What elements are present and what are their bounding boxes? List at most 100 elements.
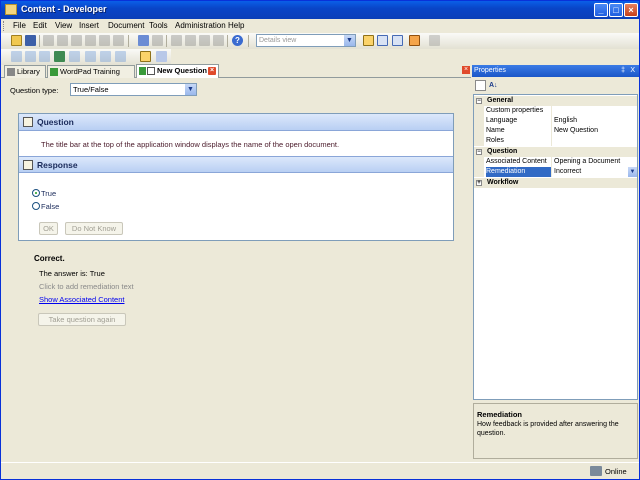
close-button[interactable]: ×	[624, 3, 638, 17]
show-associated-content-link[interactable]: Show Associated Content	[39, 295, 124, 304]
property-row[interactable]: Associated Content Opening a Document	[474, 157, 637, 167]
properties-toolbar: A↓	[472, 77, 639, 94]
response-icon	[23, 160, 33, 170]
undo-icon[interactable]	[138, 35, 149, 46]
copy-icon[interactable]	[57, 35, 68, 46]
cursor-icon[interactable]	[156, 51, 167, 62]
property-row[interactable]: Custom properties	[474, 106, 637, 116]
unlink-icon[interactable]	[25, 51, 36, 62]
question-type-label: Question type:	[10, 86, 59, 95]
window-title: Content - Developer	[21, 4, 107, 14]
edit-pencil-icon[interactable]	[140, 51, 151, 62]
link-icon[interactable]	[11, 51, 22, 62]
property-row[interactable]: Roles	[474, 136, 637, 146]
indent-icon[interactable]	[199, 35, 210, 46]
properties-icon[interactable]	[113, 35, 124, 46]
question-icon	[23, 117, 33, 127]
delete-icon[interactable]	[99, 35, 110, 46]
help-icon[interactable]: ?	[232, 35, 243, 46]
document-tabs: Library WordPad Training New Question ×	[1, 64, 471, 78]
section-icon[interactable]	[69, 51, 80, 62]
chevron-down-icon[interactable]: ▼	[344, 35, 355, 46]
arrow-up-icon[interactable]	[85, 51, 96, 62]
layout-vertical-icon[interactable]	[392, 35, 403, 46]
editing-toolbar	[1, 49, 171, 65]
question-type-select[interactable]: True/False ▼	[70, 83, 197, 96]
description-title: Remediation	[477, 410, 523, 419]
expand-icon[interactable]: +	[476, 180, 482, 186]
check-icon	[50, 68, 58, 76]
collapse-icon[interactable]: −	[476, 149, 482, 155]
tab-library[interactable]: Library	[4, 65, 46, 78]
chevron-down-icon[interactable]: ▼	[628, 167, 637, 177]
option-false[interactable]: False	[32, 202, 59, 211]
property-row[interactable]: Language English	[474, 116, 637, 126]
properties-header: Properties ‡ X	[472, 65, 639, 77]
ok-button[interactable]: OK	[39, 222, 58, 235]
app-icon	[5, 4, 17, 15]
save-icon[interactable]	[25, 35, 36, 46]
toolbar-separator	[128, 35, 129, 47]
concept-icon[interactable]	[39, 51, 50, 62]
move-up-icon[interactable]	[171, 35, 182, 46]
layout-horizontal-icon[interactable]	[377, 35, 388, 46]
toolbar-separator	[39, 35, 40, 47]
sort-alpha-icon[interactable]: A↓	[489, 80, 500, 91]
pane-close-icon[interactable]: X	[630, 65, 635, 77]
menu-file[interactable]: File	[13, 21, 26, 30]
arrow-down-icon[interactable]	[100, 51, 111, 62]
layout-details-icon[interactable]	[363, 35, 374, 46]
minimize-button[interactable]: _	[594, 3, 608, 17]
tab-new-question[interactable]: New Question ×	[136, 64, 219, 78]
preview-icon[interactable]	[429, 35, 440, 46]
publish-icon[interactable]	[409, 35, 420, 46]
tab-wordpad-training[interactable]: WordPad Training	[47, 65, 135, 78]
menu-insert[interactable]: Insert	[79, 21, 99, 30]
table-icon[interactable]	[115, 51, 126, 62]
category-question[interactable]: − Question	[474, 147, 637, 157]
open-icon[interactable]	[11, 35, 22, 46]
view-select[interactable]: Details view ▼	[256, 34, 356, 47]
cut-icon[interactable]	[43, 35, 54, 46]
menu-administration[interactable]: Administration	[175, 21, 226, 30]
category-general[interactable]: − General	[474, 96, 637, 106]
property-row[interactable]: Name New Question	[474, 126, 637, 136]
property-description: Remediation How feedback is provided aft…	[473, 403, 638, 459]
take-question-again-button[interactable]: Take question again	[38, 313, 126, 326]
menu-help[interactable]: Help	[228, 21, 244, 30]
outdent-icon[interactable]	[213, 35, 224, 46]
tab-close-icon[interactable]: ×	[208, 67, 216, 75]
chevron-down-icon[interactable]: ▼	[185, 84, 196, 95]
description-text: How feedback is provided after answering…	[477, 421, 619, 437]
categorized-icon[interactable]	[475, 80, 486, 91]
document-close-icon[interactable]: ×	[462, 66, 470, 74]
format-icon[interactable]	[85, 35, 96, 46]
question-icon	[147, 67, 155, 75]
paste-icon[interactable]	[71, 35, 82, 46]
status-bar: Online	[1, 462, 639, 479]
do-not-know-button[interactable]: Do Not Know	[65, 222, 123, 235]
property-row-selected[interactable]: Remediation Incorrect ▼	[474, 167, 637, 177]
response-section-header: Response	[19, 156, 453, 173]
menu-edit[interactable]: Edit	[33, 21, 47, 30]
collapse-icon[interactable]: −	[476, 98, 482, 104]
redo-icon[interactable]	[152, 35, 163, 46]
remediation-hint[interactable]: Click to add remediation text	[39, 282, 134, 291]
menu-tools[interactable]: Tools	[149, 21, 168, 30]
question-text[interactable]: The title bar at the top of the applicat…	[41, 140, 339, 149]
category-workflow[interactable]: + Workflow	[474, 178, 637, 188]
menu-bar: File Edit View Insert Document Tools Adm…	[1, 19, 639, 33]
maximize-button[interactable]: □	[609, 3, 623, 17]
library-icon	[7, 68, 15, 76]
menu-document[interactable]: Document	[108, 21, 144, 30]
option-true[interactable]: True	[32, 189, 56, 198]
toolbar-separator	[166, 35, 167, 47]
radio-selected-icon[interactable]	[32, 189, 40, 197]
title-bar: Content - Developer _ □ ×	[1, 1, 639, 19]
move-down-icon[interactable]	[185, 35, 196, 46]
radio-icon[interactable]	[32, 202, 40, 210]
image-icon[interactable]	[54, 51, 65, 62]
toolbar-grip[interactable]	[3, 21, 6, 31]
pin-icon[interactable]: ‡	[621, 65, 625, 77]
menu-view[interactable]: View	[55, 21, 72, 30]
